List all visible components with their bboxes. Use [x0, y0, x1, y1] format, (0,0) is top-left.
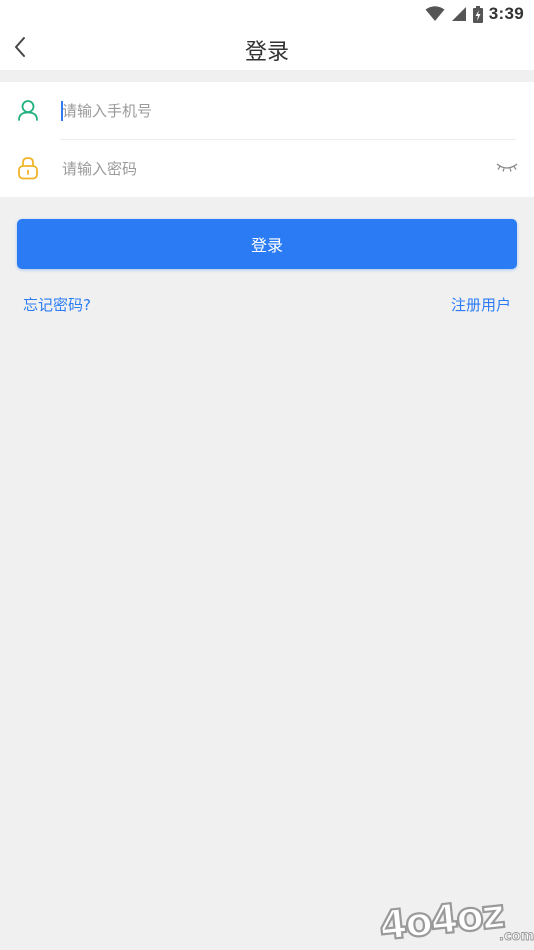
login-screen: 3:39 登录 请输入手机号 登录 忘记密码? 注册用户 4o4oz .com — [0, 0, 534, 950]
svg-text:4o4oz: 4o4oz — [377, 892, 506, 944]
password-row — [0, 140, 534, 197]
password-visibility-toggle[interactable] — [494, 158, 520, 178]
page-title: 登录 — [244, 40, 289, 65]
user-icon — [16, 98, 40, 122]
title-bar: 登录 — [0, 28, 534, 70]
site-watermark-logo: 4o4oz .com — [375, 890, 534, 950]
register-link[interactable]: 注册用户 — [451, 294, 511, 315]
eye-closed-icon — [496, 159, 518, 178]
battery-charging-icon — [472, 5, 483, 23]
svg-text:.com: .com — [499, 929, 534, 944]
lock-icon — [16, 156, 40, 180]
phone-row — [0, 82, 534, 140]
login-form — [0, 82, 534, 197]
status-time: 3:39 — [488, 4, 524, 23]
password-input[interactable] — [62, 152, 482, 186]
login-button[interactable]: 登录 — [17, 219, 517, 269]
text-cursor — [61, 101, 63, 121]
status-bar: 3:39 — [0, 0, 534, 28]
wifi-icon — [425, 6, 445, 22]
phone-input[interactable] — [62, 94, 482, 128]
forgot-password-link[interactable]: 忘记密码? — [23, 294, 91, 315]
cellular-signal-icon — [451, 6, 467, 22]
